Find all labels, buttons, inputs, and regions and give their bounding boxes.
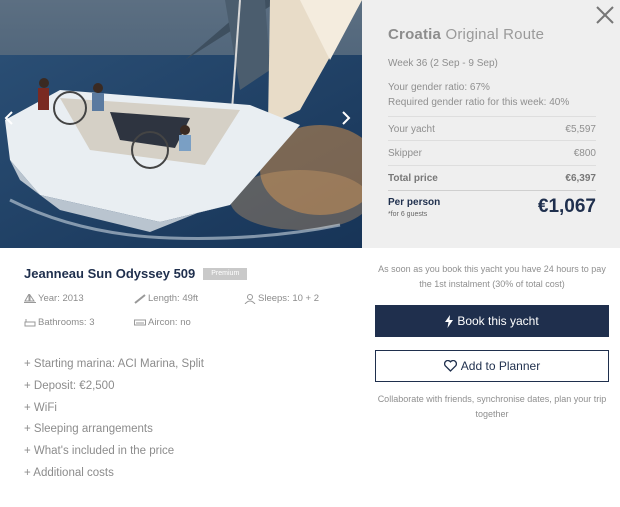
feature-sleeping-arrangements[interactable]: + Sleeping arrangements [24, 419, 344, 441]
route-title: Croatia Original Route [388, 26, 596, 43]
feature-whats-included[interactable]: + What's included in the price [24, 441, 344, 463]
price-value: €800 [573, 148, 596, 159]
bathtub-icon [24, 318, 36, 326]
yacht-header: Jeanneau Sun Odyssey 509 Premium [24, 266, 344, 281]
price-label: Skipper [388, 148, 422, 159]
yacht-specs: Year: 2013 Length: 49ft Sleeps: 10 + 2 B… [24, 293, 344, 328]
close-button[interactable] [594, 4, 616, 26]
feature-starting-marina[interactable]: + Starting marina: ACI Marina, Split [24, 354, 344, 376]
route-country: Croatia [388, 26, 442, 43]
price-row-yacht: Your yacht €5,597 [388, 116, 596, 141]
heart-icon [443, 360, 457, 372]
price-label: Your yacht [388, 124, 435, 135]
per-person-note: *for 6 guests [388, 210, 428, 218]
feature-additional-costs[interactable]: + Additional costs [24, 463, 344, 485]
spec-year: Year: 2013 [24, 293, 134, 304]
total-value: €6,397 [565, 173, 596, 184]
book-yacht-label: Book this yacht [457, 314, 539, 328]
feature-deposit[interactable]: + Deposit: €2,500 [24, 376, 344, 398]
add-to-planner-label: Add to Planner [460, 359, 541, 373]
yacht-name: Jeanneau Sun Odyssey 509 [24, 266, 196, 281]
collaborate-note: Collaborate with friends, synchronise da… [377, 394, 607, 419]
yacht-photo [0, 0, 362, 248]
total-label: Total price [388, 173, 438, 184]
spec-aircon: Aircon: no [134, 317, 244, 328]
route-name: Original Route [445, 26, 545, 43]
person-icon [244, 293, 256, 304]
yacht-photo-illustration [0, 0, 362, 248]
sailboat-icon [24, 293, 36, 303]
close-icon [596, 6, 614, 24]
price-summary-panel: Croatia Original Route Week 36 (2 Sep - … [362, 0, 620, 248]
week-dates: Week 36 (2 Sep - 9 Sep) [388, 58, 498, 69]
chevron-right-icon [342, 111, 351, 125]
booking-notice: As soon as you book this yacht you have … [378, 264, 606, 289]
per-person-price: Per person *for 6 guests €1,067 [388, 196, 596, 218]
required-gender-ratio: Required gender ratio for this week: 40% [388, 97, 570, 108]
prev-photo-button[interactable] [4, 110, 20, 134]
lightning-icon [445, 314, 454, 328]
spec-bathrooms: Bathrooms: 3 [24, 317, 134, 328]
aircon-icon [134, 319, 146, 325]
next-photo-button[interactable] [341, 110, 357, 134]
price-row-skipper: Skipper €800 [388, 141, 596, 166]
gender-ratio: Your gender ratio: 67% Required gender r… [388, 80, 596, 110]
per-person-label: Per person [388, 196, 441, 208]
chevron-left-icon [4, 111, 13, 125]
spec-sleeps: Sleeps: 10 + 2 [244, 293, 354, 304]
add-to-planner-button[interactable]: Add to Planner [375, 350, 609, 382]
feature-list: + Starting marina: ACI Marina, Split + D… [24, 354, 344, 485]
price-value: €5,597 [565, 124, 596, 135]
book-yacht-button[interactable]: Book this yacht [375, 305, 609, 337]
spec-length: Length: 49ft [134, 293, 244, 304]
per-person-amount: €1,067 [537, 196, 596, 217]
yacht-details: Jeanneau Sun Odyssey 509 Premium Year: 2… [24, 266, 344, 485]
ruler-icon [134, 293, 146, 304]
premium-badge: Premium [203, 267, 248, 280]
your-gender-ratio: Your gender ratio: 67% [388, 82, 490, 93]
booking-actions: As soon as you book this yacht you have … [375, 262, 609, 422]
feature-wifi[interactable]: + WiFi [24, 398, 344, 420]
price-row-total: Total price €6,397 [388, 166, 596, 191]
